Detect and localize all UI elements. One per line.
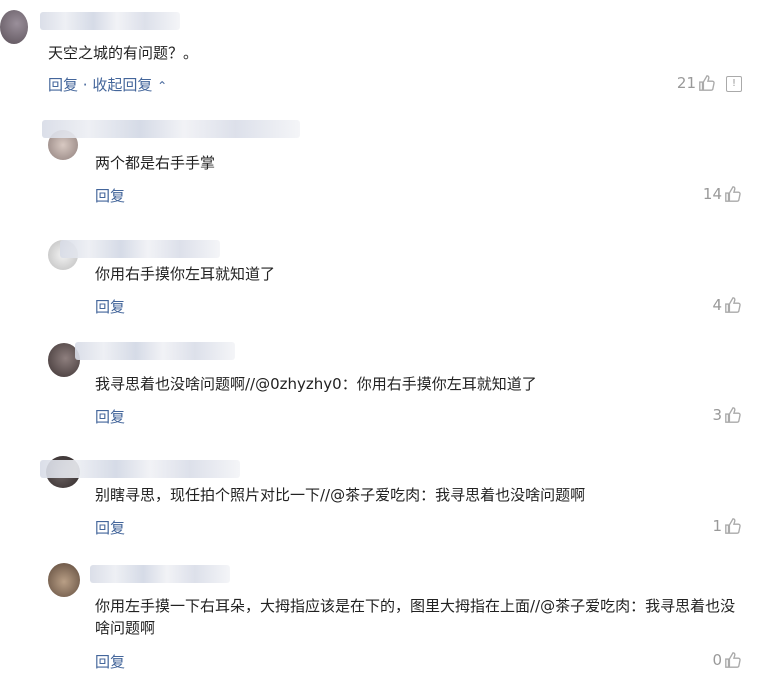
reply-button[interactable]: 回复 [95,406,125,427]
like-count: 21 [676,74,696,92]
like-count: 0 [712,651,722,669]
reply-label[interactable]: 回复 [48,76,78,94]
comment-text: 我寻思着也没啥问题啊//@0zhyzhy0：你用右手摸你左耳就知道了 [95,375,537,393]
collapse-replies-button[interactable]: · 收起回复 [83,76,153,94]
comment-text: 你用左手摸一下右耳朵，大拇指应该是在下的，图里大拇指在上面//@茶子爱吃肉：我寻… [95,597,736,637]
thumbs-up-icon[interactable] [698,74,716,92]
username-blurred[interactable] [60,240,220,258]
like-button[interactable]: 1 [712,517,742,535]
reply-button[interactable]: 回复 [95,185,125,206]
thumbs-up-icon[interactable] [724,296,742,314]
username-blurred[interactable] [40,460,240,478]
report-icon[interactable]: ! [726,76,742,92]
thumbs-up-icon[interactable] [724,185,742,203]
comment-text: 天空之城的有问题？。 [48,44,199,62]
avatar[interactable] [0,10,28,44]
reply-button[interactable]: 回复 [95,651,125,672]
like-button[interactable]: 3 [712,406,742,424]
like-button[interactable]: 14 [703,185,742,203]
reply-button[interactable]: 回复 [95,296,125,317]
like-count: 14 [702,185,722,203]
like-button[interactable]: 4 [712,296,742,314]
chevron-up-icon[interactable]: ⌃ [157,79,167,93]
username-blurred[interactable] [90,565,230,583]
reply-button[interactable]: 回复 · 收起回复 ⌃ [48,74,167,95]
like-button[interactable]: 21 [677,74,716,92]
like-count: 3 [712,406,722,424]
comment-text: 两个都是右手手掌 [95,154,216,172]
username-blurred[interactable] [42,120,300,138]
thumbs-up-icon[interactable] [724,406,742,424]
reply-button[interactable]: 回复 [95,517,125,538]
username-blurred[interactable] [40,12,180,30]
like-button[interactable]: 0 [712,651,742,669]
like-count: 1 [712,517,722,535]
like-count: 4 [712,296,722,314]
comment-text: 别瞎寻思，现任拍个照片对比一下//@茶子爱吃肉：我寻思着也没啥问题啊 [95,486,586,504]
thumbs-up-icon[interactable] [724,517,742,535]
username-blurred[interactable] [75,342,235,360]
thumbs-up-icon[interactable] [724,651,742,669]
avatar[interactable] [48,563,80,597]
comment-text: 你用右手摸你左耳就知道了 [95,265,276,283]
